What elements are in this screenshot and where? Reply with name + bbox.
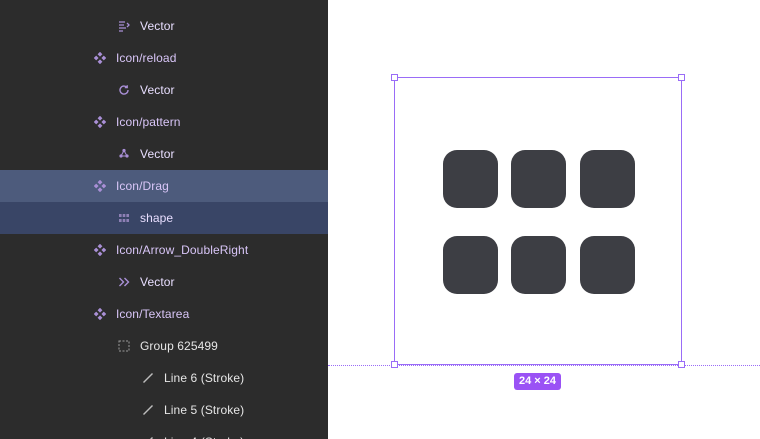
resize-handle-top-right[interactable] [678, 74, 685, 81]
resize-handle-top-left[interactable] [391, 74, 398, 81]
group-icon [117, 339, 131, 353]
double-chevron-right-icon [117, 275, 131, 289]
line-icon [141, 403, 155, 417]
component-icon [93, 243, 107, 257]
layer-row-vector[interactable]: Vector [0, 138, 328, 170]
layer-row-line-6-stroke[interactable]: Line 6 (Stroke) [0, 362, 328, 394]
drag-dot-tile [580, 236, 635, 294]
drag-dot-tile [511, 236, 566, 294]
drag-dot-tile [580, 150, 635, 208]
selected-frame[interactable] [391, 74, 685, 368]
layer-label: Group 625499 [140, 339, 218, 353]
layer-row-icon-drag[interactable]: Icon/Drag [0, 170, 328, 202]
layer-row-line-5-stroke[interactable]: Line 5 (Stroke) [0, 394, 328, 426]
pattern-icon [117, 147, 131, 161]
layers-panel: Vector Icon/reload Vector Icon/pattern Vecto… [0, 0, 328, 439]
layer-row-icon-reload[interactable]: Icon/reload [0, 42, 328, 74]
reload-icon [117, 83, 131, 97]
layer-row-icon-textarea[interactable]: Icon/Textarea [0, 298, 328, 330]
component-icon [93, 51, 107, 65]
layer-label: Line 5 (Stroke) [164, 403, 245, 417]
layer-label: Icon/pattern [116, 115, 181, 129]
drag-dot-tile [443, 150, 498, 208]
layer-row-icon-pattern[interactable]: Icon/pattern [0, 106, 328, 138]
layer-row-line-4-stroke[interactable]: Line 4 (Stroke) [0, 426, 328, 439]
layer-label: Vector [140, 275, 175, 289]
layer-row-icon-arrow-doubleright[interactable]: Icon/Arrow_DoubleRight [0, 234, 328, 266]
grid-icon [117, 211, 131, 225]
layer-label: Vector [140, 19, 175, 33]
resize-handle-bottom-right[interactable] [678, 361, 685, 368]
drag-dot-tile [511, 150, 566, 208]
layer-label: Vector [140, 83, 175, 97]
layer-row-vector[interactable]: Vector [0, 266, 328, 298]
layer-row-shape[interactable]: shape [0, 202, 328, 234]
layer-label: Icon/Arrow_DoubleRight [116, 243, 249, 257]
layer-label: Icon/Textarea [116, 307, 190, 321]
line-icon [141, 435, 155, 439]
layer-row-group-625499[interactable]: Group 625499 [0, 330, 328, 362]
layer-row-vector[interactable]: Vector [0, 74, 328, 106]
component-icon [93, 307, 107, 321]
layer-label: Line 6 (Stroke) [164, 371, 245, 385]
layer-label: Icon/reload [116, 51, 177, 65]
layer-row-vector[interactable]: Vector [0, 10, 328, 42]
layer-label: shape [140, 211, 174, 225]
component-icon [93, 179, 107, 193]
resize-handle-bottom-left[interactable] [391, 361, 398, 368]
drag-dot-tile [443, 236, 498, 294]
component-icon [93, 115, 107, 129]
size-badge: 24 × 24 [514, 373, 562, 390]
vector-icon [117, 19, 131, 33]
layer-label: Line 4 (Stroke) [164, 435, 244, 439]
line-icon [141, 371, 155, 385]
canvas[interactable]: 24 × 24 [328, 0, 760, 439]
layer-label: Icon/Drag [116, 179, 169, 193]
layer-label: Vector [140, 147, 175, 161]
